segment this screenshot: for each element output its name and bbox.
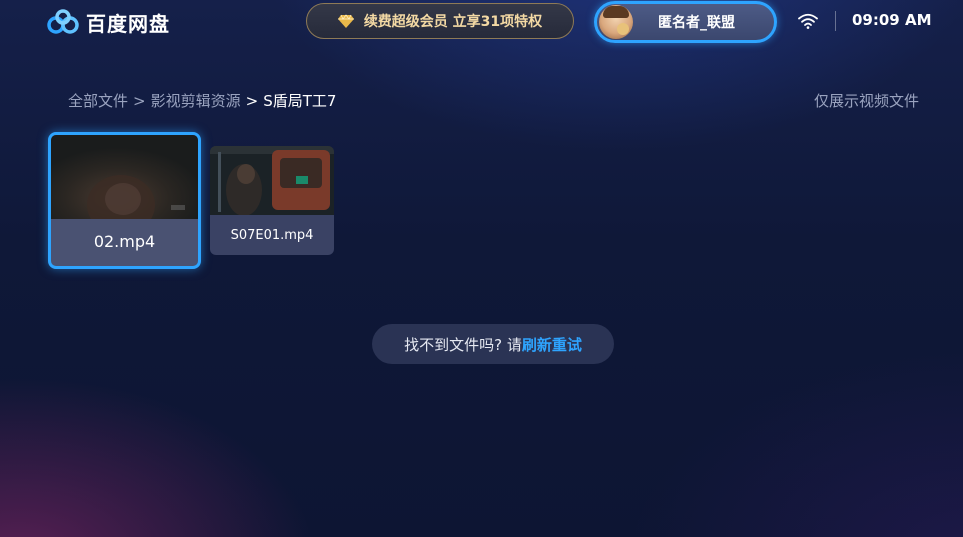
refresh-hint: 找不到文件吗? 请 刷新重试 <box>372 324 614 364</box>
avatar <box>599 5 633 39</box>
breadcrumb-separator: > <box>245 91 259 110</box>
vip-diamond-icon <box>337 14 354 28</box>
baidu-netdisk-logo-icon <box>47 9 79 34</box>
breadcrumb-item-current: S盾局T工7 <box>263 92 337 110</box>
user-account-button[interactable]: 匿名者_联盟 <box>594 1 777 43</box>
file-name: S07E01.mp4 <box>230 228 314 243</box>
refresh-hint-text: 找不到文件吗? 请 <box>404 335 522 354</box>
user-name: 匿名者_联盟 <box>658 15 735 31</box>
vip-banner-text: 续费超级会员 立享31项特权 <box>363 14 543 30</box>
breadcrumb: 全部文件 > 影视剪辑资源 > S盾局T工7 <box>68 90 336 111</box>
video-thumbnail <box>51 135 198 219</box>
breadcrumb-separator: > <box>133 91 146 110</box>
app-name: 百度网盘 <box>86 11 170 36</box>
file-name: 02.mp4 <box>93 232 156 251</box>
wifi-icon <box>798 13 818 29</box>
clock: 09:09 AM <box>852 11 932 29</box>
video-thumbnail <box>210 146 334 215</box>
header-divider <box>835 11 836 31</box>
file-item[interactable]: S07E01.mp4 <box>210 146 334 255</box>
vip-renewal-button[interactable]: 续费超级会员 立享31项特权 <box>306 3 574 39</box>
breadcrumb-item-all-files[interactable]: 全部文件 <box>68 90 128 111</box>
video-only-filter[interactable]: 仅展示视频文件 <box>814 90 919 111</box>
app-logo: 百度网盘 <box>46 8 170 36</box>
refresh-retry-link[interactable]: 刷新重试 <box>522 334 582 355</box>
file-item-selected[interactable]: 02.mp4 <box>48 132 201 269</box>
breadcrumb-item-folder[interactable]: 影视剪辑资源 <box>151 90 241 111</box>
